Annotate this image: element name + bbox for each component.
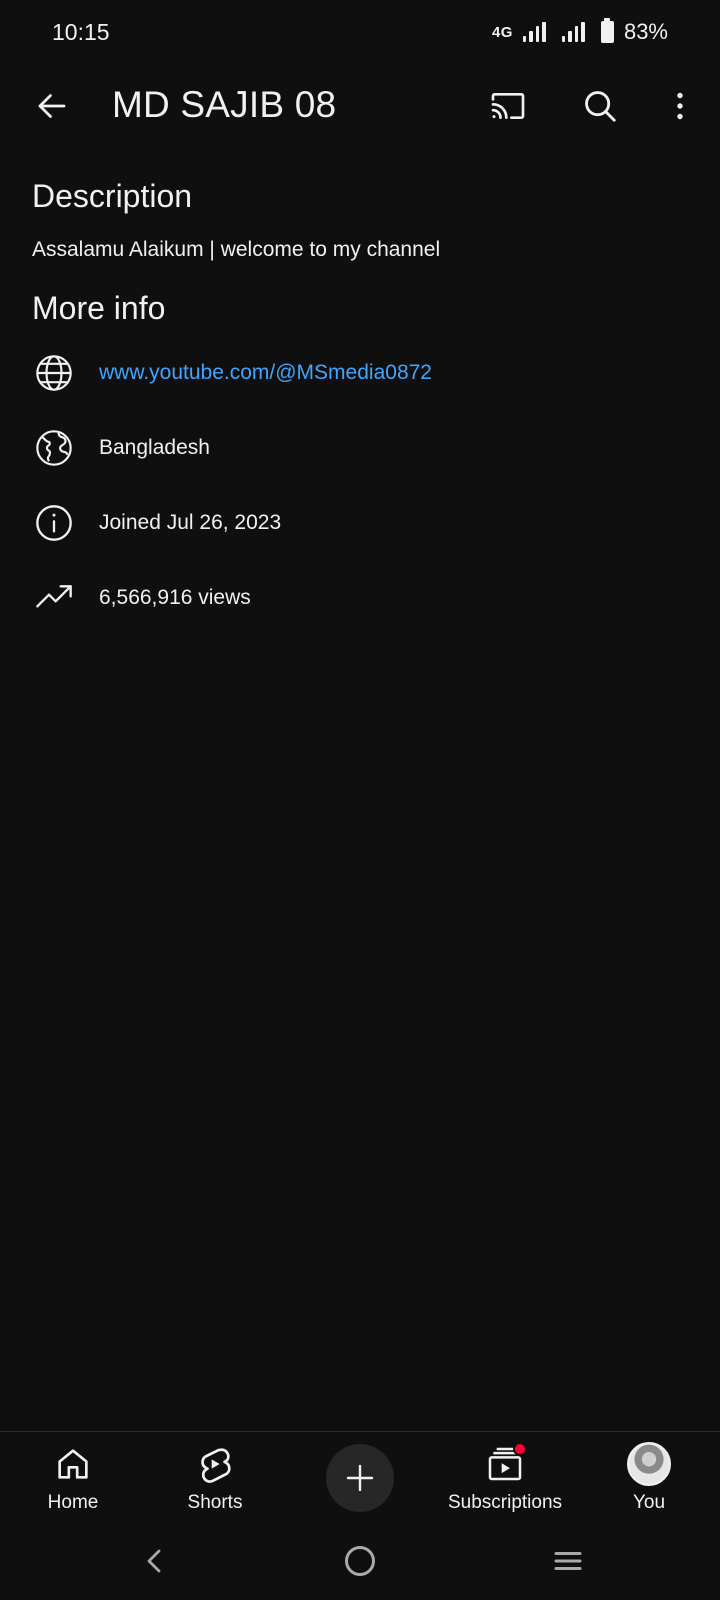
shorts-icon bbox=[193, 1442, 237, 1486]
nav-home[interactable]: Home bbox=[38, 1432, 108, 1514]
battery-icon bbox=[600, 18, 614, 43]
search-icon bbox=[585, 91, 616, 122]
back-button[interactable] bbox=[28, 82, 76, 130]
status-bar: 10:15 4G 83% bbox=[0, 0, 720, 64]
system-back-button[interactable] bbox=[130, 1537, 178, 1585]
description-text: Assalamu Alaikum | welcome to my channel bbox=[32, 238, 441, 261]
status-icons: 4G 83% bbox=[491, 18, 668, 45]
search-button[interactable] bbox=[576, 82, 624, 130]
views-count-text: 6,566,916 views bbox=[99, 586, 251, 609]
avatar-wrap bbox=[627, 1442, 671, 1486]
cast-button[interactable] bbox=[484, 82, 532, 130]
create-plus-icon bbox=[346, 1464, 374, 1492]
system-home-button[interactable] bbox=[336, 1537, 384, 1585]
nav-shorts-label: Shorts bbox=[187, 1492, 243, 1513]
notification-dot bbox=[513, 1442, 527, 1456]
info-row-link[interactable]: www.youtube.com/@MSmedia0872 bbox=[0, 345, 720, 401]
signal-icon bbox=[561, 22, 585, 42]
info-row-views: 6,566,916 views bbox=[0, 570, 720, 626]
nav-shorts[interactable]: Shorts bbox=[180, 1432, 250, 1514]
chevron-left-icon bbox=[147, 1549, 161, 1573]
info-row-country: Bangladesh bbox=[0, 420, 720, 476]
system-recents-button[interactable] bbox=[544, 1537, 592, 1585]
network-type: 4G bbox=[491, 23, 513, 41]
avatar bbox=[627, 1442, 671, 1486]
country-text: Bangladesh bbox=[99, 436, 210, 459]
earth-region-icon bbox=[34, 428, 74, 468]
system-navigation bbox=[0, 1523, 720, 1600]
nav-home-label: Home bbox=[47, 1492, 99, 1513]
recents-menu-icon bbox=[554, 1552, 582, 1570]
nav-subscriptions-label: Subscriptions bbox=[447, 1492, 563, 1513]
trending-up-icon bbox=[34, 578, 74, 618]
signal-icon bbox=[522, 22, 546, 42]
app-bar: MD SAJIB 08 bbox=[0, 64, 720, 148]
more-info-heading: More info bbox=[32, 290, 166, 326]
battery-percent: 83% bbox=[623, 19, 668, 44]
cast-icon bbox=[491, 93, 525, 119]
home-circle-icon bbox=[345, 1546, 375, 1576]
nav-you-label: You bbox=[632, 1492, 666, 1513]
more-options-button[interactable] bbox=[656, 82, 704, 130]
globe-icon bbox=[34, 353, 74, 393]
nav-you[interactable]: You bbox=[622, 1432, 676, 1514]
channel-url-link[interactable]: www.youtube.com/@MSmedia0872 bbox=[99, 361, 432, 385]
info-row-joined: Joined Jul 26, 2023 bbox=[0, 495, 720, 551]
description-heading: Description bbox=[32, 178, 193, 214]
channel-title: MD SAJIB 08 bbox=[112, 84, 337, 125]
subscriptions-icon bbox=[483, 1442, 527, 1486]
screen: 10:15 4G 83% MD SAJIB 08 Description Ass… bbox=[0, 0, 720, 1600]
create-button[interactable] bbox=[326, 1444, 394, 1512]
info-icon bbox=[34, 503, 74, 543]
back-arrow-icon bbox=[38, 94, 66, 118]
joined-date-text: Joined Jul 26, 2023 bbox=[99, 511, 282, 534]
home-icon bbox=[51, 1442, 95, 1486]
status-time: 10:15 bbox=[52, 18, 110, 45]
nav-subscriptions[interactable]: Subscriptions bbox=[440, 1432, 570, 1514]
more-vertical-icon bbox=[677, 92, 683, 120]
bottom-navigation: Home Shorts Subscriptions You bbox=[0, 1431, 720, 1523]
